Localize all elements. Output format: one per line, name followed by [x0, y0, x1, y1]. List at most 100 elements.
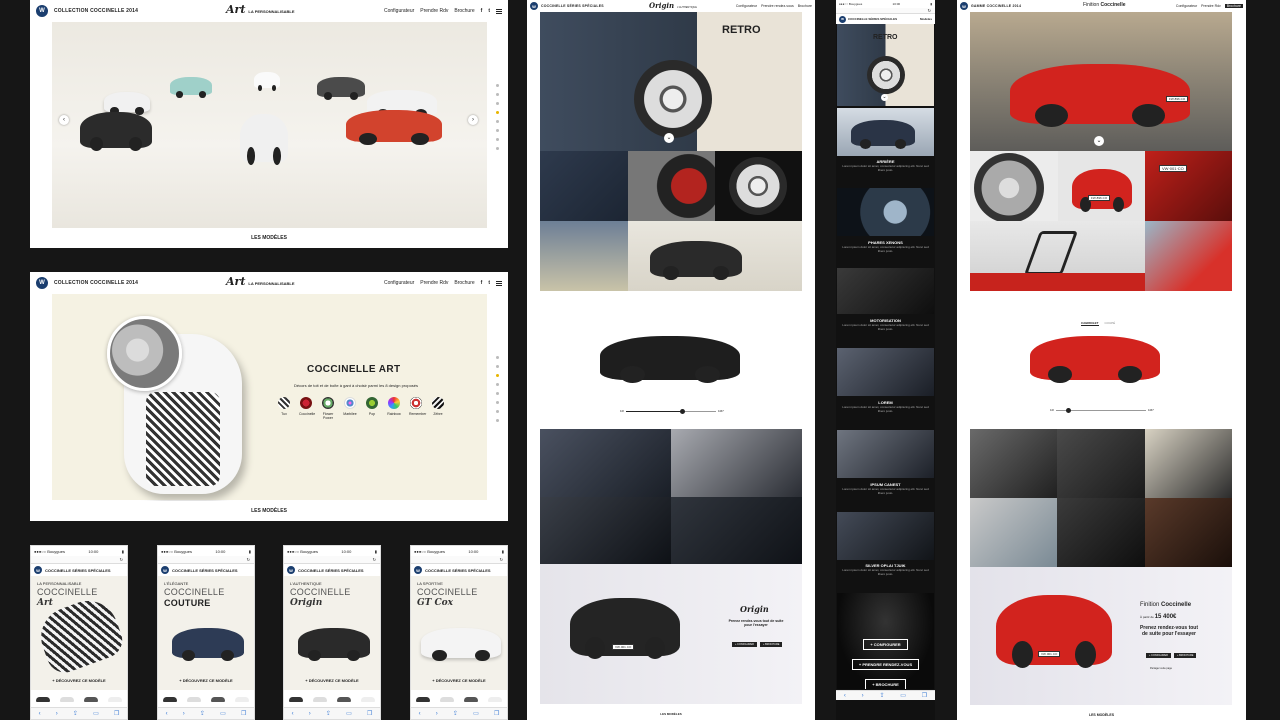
vw-logo[interactable]: W: [414, 566, 422, 574]
models-footer[interactable]: LES MODÈLES: [527, 712, 815, 716]
gallery-tile[interactable]: [540, 151, 628, 221]
url-bar[interactable]: ↻: [158, 556, 254, 564]
interior-dash[interactable]: [1144, 429, 1232, 498]
menu-icon[interactable]: [496, 280, 502, 286]
model-strip[interactable]: [158, 690, 254, 708]
reload-icon[interactable]: ↻: [247, 557, 250, 562]
design-option[interactable]: Remember: [409, 397, 426, 420]
vw-logo[interactable]: W: [34, 566, 42, 574]
reload-icon[interactable]: ↻: [373, 557, 376, 562]
nav-prendre-rdv[interactable]: Prendre Rdv: [1201, 4, 1221, 8]
vw-logo[interactable]: W: [960, 2, 968, 10]
nav-configurateur[interactable]: Configurateur: [384, 8, 414, 14]
discover-button[interactable]: + DÉCOUVREZ CE MODÈLE: [411, 678, 507, 683]
brochure-button[interactable]: + BROCHURE: [865, 679, 906, 689]
art-logo[interactable]: Art LA PERSONNALISABLE: [226, 3, 295, 16]
art-logo[interactable]: Art LA PERSONNALISABLE: [226, 275, 295, 288]
interior-console[interactable]: [671, 496, 802, 564]
interior-wheel[interactable]: [1057, 429, 1145, 498]
tabs-icon[interactable]: ❐: [494, 710, 499, 717]
design-option[interactable]: Tux: [277, 397, 291, 420]
share-icon[interactable]: ⇪: [73, 710, 78, 717]
gallery-tile[interactable]: [837, 430, 934, 478]
design-option[interactable]: Flower Power: [321, 397, 335, 420]
forward-icon[interactable]: ›: [183, 711, 185, 717]
section-dots[interactable]: [496, 356, 499, 422]
gallery-tile[interactable]: [628, 221, 802, 291]
configure-button[interactable]: + CONFIGURER: [732, 642, 757, 647]
configure-button[interactable]: + CONFIGURER: [1146, 653, 1171, 658]
tabs-icon[interactable]: ❐: [922, 692, 927, 699]
nav-brochure[interactable]: Brochure: [454, 8, 474, 14]
gallery-tile[interactable]: [970, 221, 1145, 291]
menu-icon[interactable]: [496, 8, 502, 14]
design-option[interactable]: Zébre: [431, 397, 445, 420]
configure-button[interactable]: + CONFIGURER: [863, 639, 908, 650]
models-menu[interactable]: Modèles: [920, 17, 932, 21]
scroll-down-icon[interactable]: ⌄: [881, 94, 888, 101]
nav-configurateur[interactable]: Configurateur: [384, 280, 414, 286]
back-icon[interactable]: ‹: [844, 693, 846, 699]
section-dots[interactable]: [496, 84, 499, 150]
bookmarks-icon[interactable]: ▭: [900, 692, 906, 699]
bookmarks-icon[interactable]: ▭: [220, 710, 226, 717]
tab-cabriolet[interactable]: CABRIOLET: [1081, 321, 1099, 326]
back-icon[interactable]: ‹: [166, 711, 168, 717]
gallery-tile[interactable]: [540, 221, 628, 291]
gallery-tile[interactable]: [837, 512, 934, 560]
gallery-tile[interactable]: [837, 108, 934, 156]
models-footer[interactable]: LES MODÈLES: [30, 228, 508, 248]
interior-radio[interactable]: [1057, 498, 1145, 567]
vw-logo[interactable]: W: [530, 2, 538, 10]
twitter-icon[interactable]: t: [488, 8, 490, 14]
gallery-tile[interactable]: [837, 348, 934, 396]
interior-seat[interactable]: [1144, 498, 1232, 567]
back-icon[interactable]: ‹: [292, 711, 294, 717]
forward-icon[interactable]: ›: [436, 711, 438, 717]
interior-vents[interactable]: [970, 429, 1058, 498]
url-bar[interactable]: ↻: [31, 556, 127, 564]
gallery-tile[interactable]: [837, 268, 934, 314]
slider-track[interactable]: [626, 409, 716, 414]
nav-brochure[interactable]: Brochure: [454, 280, 474, 286]
model-strip[interactable]: [31, 690, 127, 708]
forward-icon[interactable]: ›: [56, 711, 58, 717]
bookmarks-icon[interactable]: ▭: [473, 710, 479, 717]
gallery-tile[interactable]: [1145, 221, 1232, 291]
models-footer[interactable]: LES MODÈLES: [957, 713, 1246, 717]
bookmarks-icon[interactable]: ▭: [93, 710, 99, 717]
model-strip[interactable]: [411, 690, 507, 708]
twitter-icon[interactable]: t: [488, 280, 490, 286]
nav-brochure[interactable]: Brochure: [1224, 4, 1243, 8]
vw-logo[interactable]: W: [839, 15, 846, 23]
interior-parking[interactable]: [970, 498, 1058, 567]
discover-button[interactable]: + DÉCOUVREZ CE MODÈLE: [284, 678, 380, 683]
brochure-button[interactable]: + BROCHURE: [759, 642, 783, 647]
nav-prendre-rdv[interactable]: Prendre Rdv: [420, 280, 448, 286]
design-option[interactable]: Coccinelle: [299, 397, 315, 420]
interior-dashboard[interactable]: [540, 429, 671, 497]
facebook-icon[interactable]: f: [481, 280, 483, 286]
prev-arrow-icon[interactable]: ‹: [59, 115, 69, 125]
forward-icon[interactable]: ›: [862, 693, 864, 699]
tab-coupe[interactable]: COUPÉ: [1105, 321, 1116, 326]
tabs-icon[interactable]: ❐: [241, 710, 246, 717]
gallery-tile[interactable]: [970, 151, 1058, 221]
discover-button[interactable]: + DÉCOUVREZ CE MODÈLE: [31, 678, 127, 683]
bookmarks-icon[interactable]: ▭: [346, 710, 352, 717]
share-icon[interactable]: ⇪: [326, 710, 331, 717]
reload-icon[interactable]: ↻: [928, 8, 931, 13]
nav-brochure[interactable]: Brochure: [798, 4, 812, 8]
tabs-icon[interactable]: ❐: [367, 710, 372, 717]
nav-prendre-rdv[interactable]: Prendre Rdv: [420, 8, 448, 14]
interior-controls[interactable]: [671, 429, 802, 497]
url-bar[interactable]: ↻: [411, 556, 507, 564]
back-icon[interactable]: ‹: [39, 711, 41, 717]
share-icon[interactable]: ⇪: [453, 710, 458, 717]
nav-configurateur[interactable]: Configurateur: [736, 4, 757, 8]
url-bar[interactable]: ↻: [284, 556, 380, 564]
gallery-tile[interactable]: [715, 151, 802, 221]
gallery-tile[interactable]: [837, 188, 934, 236]
share-icon[interactable]: ⇪: [879, 692, 884, 699]
gallery-tile[interactable]: FW·896·CO: [1058, 151, 1145, 221]
